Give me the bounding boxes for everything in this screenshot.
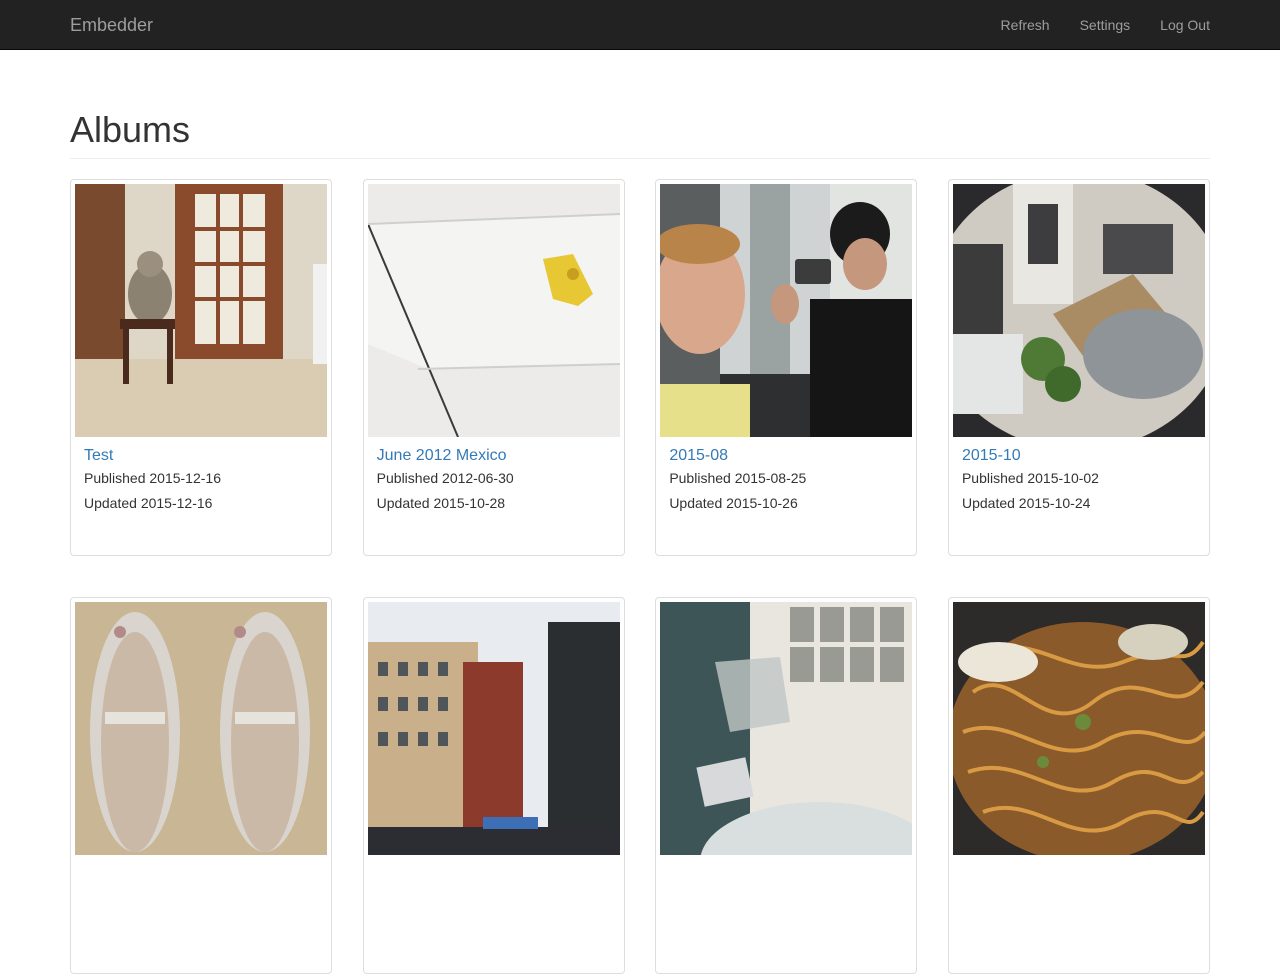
nav-links: Refresh Settings Log Out xyxy=(971,0,1210,50)
album-thumbnail-image xyxy=(660,602,913,855)
album-thumbnail-image xyxy=(75,184,327,437)
album-thumbnail[interactable] xyxy=(367,184,620,437)
published-date: Published 2015-08-25 xyxy=(669,470,807,486)
album-card: Test Published 2015-12-16 Updated 2015-1… xyxy=(70,179,332,556)
album-thumbnail[interactable] xyxy=(75,184,327,437)
album-thumbnail-image xyxy=(367,184,620,437)
album-grid: Test Published 2015-12-16 Updated 2015-1… xyxy=(70,179,1210,974)
album-thumbnail[interactable] xyxy=(952,184,1205,437)
updated-date: Updated 2015-10-28 xyxy=(376,495,506,511)
album-title-link[interactable]: 2015-08 xyxy=(669,446,903,466)
updated-date: Updated 2015-10-24 xyxy=(961,495,1091,511)
updated-date: Updated 2015-10-26 xyxy=(669,495,798,511)
album-thumbnail[interactable] xyxy=(660,184,913,437)
album-thumbnail-image xyxy=(367,602,620,855)
brand-link[interactable]: Embedder xyxy=(70,0,153,50)
album-thumbnail-image xyxy=(952,602,1205,855)
album-thumbnail[interactable] xyxy=(952,602,1205,855)
updated-date: Updated 2015-12-16 xyxy=(84,495,213,511)
log-out-link[interactable]: Log Out xyxy=(1160,0,1210,50)
album-title-link[interactable]: June 2012 Mexico xyxy=(377,446,611,466)
page-title: Albums xyxy=(70,109,191,150)
album-thumbnail-image xyxy=(75,602,327,855)
album-thumbnail-image xyxy=(660,184,913,437)
album-card xyxy=(70,597,332,974)
album-card: June 2012 Mexico Published 2012-06-30 Up… xyxy=(362,179,625,556)
album-card: 2015-08 Published 2015-08-25 Updated 201… xyxy=(655,179,918,556)
album-card xyxy=(655,597,918,974)
published-date: Published 2015-10-02 xyxy=(961,470,1099,486)
refresh-link[interactable]: Refresh xyxy=(1001,0,1050,50)
page-header: Albums xyxy=(70,107,1210,159)
album-thumbnail-image xyxy=(952,184,1205,437)
album-title-link[interactable]: 2015-10 xyxy=(962,446,1196,466)
published-date: Published 2015-12-16 xyxy=(84,470,221,486)
top-navbar: Embedder Refresh Settings Log Out xyxy=(0,0,1280,50)
settings-link[interactable]: Settings xyxy=(1080,0,1131,50)
published-date: Published 2012-06-30 xyxy=(376,470,514,486)
album-thumbnail[interactable] xyxy=(367,602,620,855)
album-card: 2015-10 Published 2015-10-02 Updated 201… xyxy=(947,179,1210,556)
album-title-link[interactable]: Test xyxy=(84,446,318,466)
album-card xyxy=(362,597,625,974)
album-thumbnail[interactable] xyxy=(660,602,913,855)
album-card xyxy=(947,597,1210,974)
album-thumbnail[interactable] xyxy=(75,602,327,855)
